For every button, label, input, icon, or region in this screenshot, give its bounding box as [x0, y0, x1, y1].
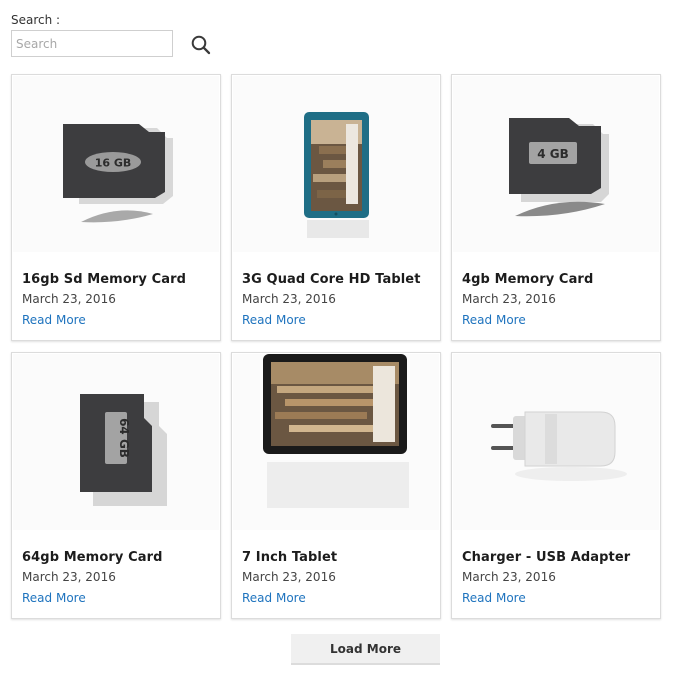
product-image-memory-card[interactable]: 16 GB	[13, 76, 219, 252]
product-title[interactable]: Charger - USB Adapter	[462, 550, 630, 565]
search-label: Search :	[11, 13, 61, 27]
read-more-link[interactable]: Read More	[242, 313, 306, 327]
product-card[interactable]: 3G Quad Core HD Tablet March 23, 2016 Re…	[231, 74, 441, 341]
read-more-link[interactable]: Read More	[462, 313, 526, 327]
product-card[interactable]: 64 GB 64gb Memory Card March 23, 2016 Re…	[11, 352, 221, 619]
product-image-memory-card[interactable]: 64 GB	[13, 354, 219, 530]
product-date: March 23, 2016	[22, 292, 116, 306]
product-date: March 23, 2016	[242, 292, 336, 306]
search-input[interactable]	[11, 30, 173, 57]
product-date: March 23, 2016	[462, 292, 556, 306]
product-image-usb-charger[interactable]	[453, 354, 659, 530]
product-title[interactable]: 16gb Sd Memory Card	[22, 272, 186, 287]
product-image-tablet[interactable]	[233, 76, 439, 252]
load-more-button[interactable]: Load More	[291, 634, 440, 665]
memory-card-label: 64 GB	[117, 418, 131, 458]
product-title[interactable]: 4gb Memory Card	[462, 272, 593, 287]
product-title[interactable]: 64gb Memory Card	[22, 550, 163, 565]
memory-card-label: 16 GB	[95, 157, 132, 170]
product-card[interactable]: 16 GB 16gb Sd Memory Card March 23, 2016…	[11, 74, 221, 341]
product-title[interactable]: 3G Quad Core HD Tablet	[242, 272, 421, 287]
product-image-memory-card[interactable]: 4 GB	[453, 76, 659, 252]
product-title[interactable]: 7 Inch Tablet	[242, 550, 337, 565]
product-date: March 23, 2016	[242, 570, 336, 584]
product-card[interactable]: Charger - USB Adapter March 23, 2016 Rea…	[451, 352, 661, 619]
read-more-link[interactable]: Read More	[242, 591, 306, 605]
read-more-link[interactable]: Read More	[462, 591, 526, 605]
search-icon[interactable]	[190, 34, 212, 56]
product-grid: 16 GB 16gb Sd Memory Card March 23, 2016…	[11, 74, 661, 619]
product-date: March 23, 2016	[22, 570, 116, 584]
product-date: March 23, 2016	[462, 570, 556, 584]
memory-card-label: 4 GB	[537, 147, 569, 161]
product-image-tablet[interactable]	[233, 354, 439, 530]
read-more-link[interactable]: Read More	[22, 591, 86, 605]
product-card[interactable]: 7 Inch Tablet March 23, 2016 Read More	[231, 352, 441, 619]
read-more-link[interactable]: Read More	[22, 313, 86, 327]
product-card[interactable]: 4 GB 4gb Memory Card March 23, 2016 Read…	[451, 74, 661, 341]
